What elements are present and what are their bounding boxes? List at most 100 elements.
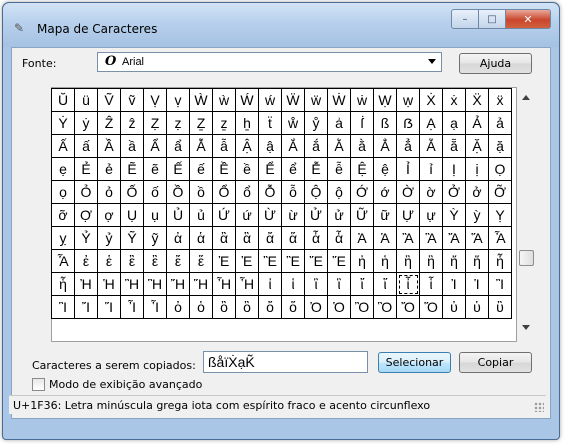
char-cell[interactable]: ἂ (213, 227, 236, 250)
char-cell[interactable]: ἥ (466, 250, 489, 273)
characters-to-copy-input[interactable]: ßåïẊạK̃ (203, 351, 368, 373)
char-cell[interactable]: ớ (374, 181, 397, 204)
char-cell[interactable]: Ẇ (328, 89, 351, 112)
char-cell[interactable]: ü (75, 89, 98, 112)
char-cell[interactable]: Ụ (121, 204, 144, 227)
char-cell[interactable]: ẗ (259, 112, 282, 135)
char-cell[interactable]: Ộ (305, 181, 328, 204)
char-cell[interactable]: ẙ (305, 112, 328, 135)
char-cell[interactable]: Ự (397, 204, 420, 227)
scroll-thumb[interactable] (519, 250, 534, 266)
font-dropdown[interactable]: O Arial (97, 52, 442, 72)
char-cell[interactable]: Ὄ (397, 296, 420, 319)
char-cell[interactable]: ụ (144, 204, 167, 227)
char-cell[interactable]: ừ (282, 204, 305, 227)
char-cell[interactable]: Ἓ (282, 250, 305, 273)
char-cell[interactable]: ầ (121, 135, 144, 158)
char-cell[interactable]: Ẉ (374, 89, 397, 112)
char-cell[interactable]: ἡ (374, 250, 397, 273)
char-cell[interactable]: ỳ (466, 204, 489, 227)
char-cell[interactable]: Ở (443, 181, 466, 204)
char-cell[interactable]: ἦ (489, 250, 512, 273)
select-button[interactable]: Selecionar (378, 352, 451, 373)
char-cell[interactable]: ἣ (420, 250, 443, 273)
char-cell[interactable]: Ạ (420, 112, 443, 135)
char-cell[interactable]: ử (328, 204, 351, 227)
char-cell[interactable]: Ἵ (98, 296, 121, 319)
char-cell[interactable]: Ṽ (98, 89, 121, 112)
char-cell[interactable]: ể (282, 158, 305, 181)
char-cell[interactable]: Ẫ (190, 135, 213, 158)
char-cell[interactable]: ậ (259, 135, 282, 158)
char-cell[interactable]: Ị (443, 158, 466, 181)
char-cell[interactable]: Ὅ (420, 296, 443, 319)
char-cell[interactable]: Ἴ (75, 296, 98, 319)
char-cell[interactable]: ὄ (259, 296, 282, 319)
minimize-button[interactable]: – (451, 9, 479, 29)
char-cell[interactable]: ἕ (190, 250, 213, 273)
char-cell[interactable]: ẞ (397, 112, 420, 135)
char-cell[interactable]: Ỡ (489, 181, 512, 204)
char-cell[interactable]: ẓ (167, 112, 190, 135)
maximize-button[interactable]: □ (479, 9, 506, 29)
char-cell[interactable]: Ọ (489, 158, 512, 181)
char-cell[interactable]: Ề (213, 158, 236, 181)
char-cell[interactable]: ἶ (397, 273, 420, 296)
char-cell[interactable]: Ẍ (466, 89, 489, 112)
char-cell[interactable]: Ứ (213, 204, 236, 227)
char-cell[interactable]: Ὃ (374, 296, 397, 319)
char-cell[interactable]: ị (466, 158, 489, 181)
char-cell[interactable]: ế (190, 158, 213, 181)
char-cell[interactable]: Ệ (351, 158, 374, 181)
char-cell[interactable]: Ẏ (52, 112, 75, 135)
character-grid[interactable]: ŬüṼṽṾṿẀẁẂẃẄẅẆẇẈẉẊẋẌẍ ẎẏẐẑẒẓẔẕẖẗẘẙẚẛßẞẠạẢả… (51, 88, 512, 319)
char-cell[interactable]: Ἄ (443, 227, 466, 250)
char-cell[interactable]: ẹ (52, 158, 75, 181)
char-cell[interactable]: Ấ (52, 135, 75, 158)
char-cell[interactable]: ẑ (121, 112, 144, 135)
char-cell[interactable]: Ậ (236, 135, 259, 158)
help-button[interactable]: Ajuda (459, 53, 532, 74)
title-bar[interactable]: ✎ Mapa de Caracteres – □ ✕ (3, 3, 559, 47)
char-cell[interactable]: Ẅ (282, 89, 305, 112)
char-cell[interactable]: ề (236, 158, 259, 181)
char-cell[interactable]: Ẓ (144, 112, 167, 135)
char-cell[interactable]: Ả (466, 112, 489, 135)
char-cell[interactable]: Ầ (98, 135, 121, 158)
char-cell[interactable]: ἳ (328, 273, 351, 296)
char-cell[interactable]: Ἐ (213, 250, 236, 273)
char-cell[interactable]: ẳ (397, 135, 420, 158)
char-cell[interactable]: Ὁ (328, 296, 351, 319)
char-cell[interactable]: Ẻ (75, 158, 98, 181)
char-cell[interactable]: ẵ (443, 135, 466, 158)
char-cell[interactable]: ọ (52, 181, 75, 204)
char-cell[interactable]: Ἥ (190, 273, 213, 296)
char-cell[interactable]: ἲ (305, 273, 328, 296)
char-cell[interactable]: Ὂ (351, 296, 374, 319)
char-cell[interactable]: ằ (351, 135, 374, 158)
grid-scrollbar[interactable] (518, 88, 535, 337)
advanced-view-option[interactable]: Modo de exibição avançado (32, 378, 202, 391)
char-cell[interactable]: ἆ (305, 227, 328, 250)
char-cell[interactable]: ẕ (213, 112, 236, 135)
char-cell[interactable]: ễ (328, 158, 351, 181)
char-cell[interactable]: ỡ (52, 204, 75, 227)
char-cell[interactable]: ỏ (98, 181, 121, 204)
char-cell[interactable]: Ợ (75, 204, 98, 227)
char-cell[interactable]: ẽ (144, 158, 167, 181)
char-cell[interactable]: Ặ (466, 135, 489, 158)
char-cell[interactable]: ἧ (52, 273, 75, 296)
close-button[interactable]: ✕ (506, 9, 551, 29)
char-cell[interactable]: ẁ (213, 89, 236, 112)
scroll-down-arrow-icon[interactable] (522, 325, 530, 330)
char-cell[interactable]: Ắ (282, 135, 305, 158)
char-cell[interactable]: ἓ (144, 250, 167, 273)
char-cell[interactable]: ủ (190, 204, 213, 227)
char-cell[interactable]: ỵ (52, 227, 75, 250)
char-cell[interactable]: Ỵ (489, 204, 512, 227)
char-cell[interactable]: ẚ (328, 112, 351, 135)
char-cell[interactable]: ṿ (167, 89, 190, 112)
char-cell[interactable]: ἔ (167, 250, 190, 273)
dropdown-arrow-icon[interactable] (428, 59, 436, 64)
char-cell[interactable]: ἰ (259, 273, 282, 296)
